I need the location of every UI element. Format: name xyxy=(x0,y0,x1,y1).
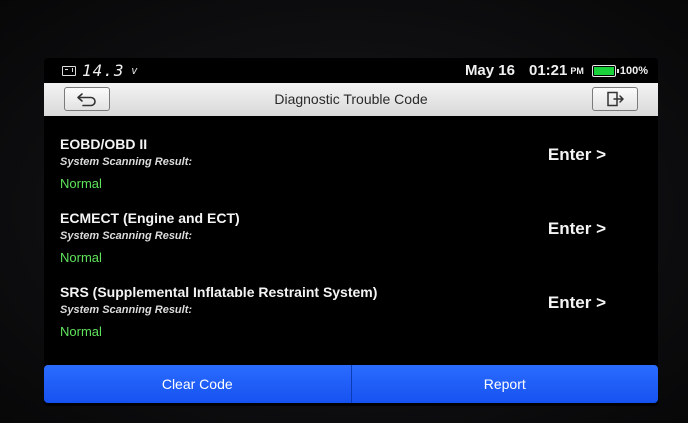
system-name: SRS (Supplemental Inflatable Restraint S… xyxy=(60,284,378,300)
action-bar: Clear Code Report xyxy=(44,365,658,403)
status-ampm: PM xyxy=(570,65,584,76)
clear-code-button[interactable]: Clear Code xyxy=(44,365,352,403)
report-button[interactable]: Report xyxy=(351,365,658,403)
title-bar: Diagnostic Trouble Code xyxy=(44,83,658,116)
clock-and-battery: May 16 01:21 PM 100% xyxy=(465,62,648,79)
system-name: ECMECT (Engine and ECT) xyxy=(60,210,240,226)
back-arrow-icon xyxy=(77,93,96,107)
system-result-label: System Scanning Result: xyxy=(60,230,193,242)
battery-icon xyxy=(591,64,619,77)
system-row-srs[interactable]: SRS (Supplemental Inflatable Restraint S… xyxy=(44,266,658,339)
battery-level-fill xyxy=(593,66,614,75)
status-time: 01:21 xyxy=(528,62,568,79)
enter-button[interactable]: Enter > xyxy=(548,219,606,239)
status-bar: 14.3 v May 16 01:21 PM 100% xyxy=(44,58,658,82)
enter-button[interactable]: Enter > xyxy=(548,293,606,313)
device-screen: 14.3 v May 16 01:21 PM 100% Diagnostic T… xyxy=(44,58,658,406)
voltage-unit: v xyxy=(131,64,138,77)
enter-button[interactable]: Enter > xyxy=(548,145,606,165)
battery-percent: 100% xyxy=(619,64,648,77)
back-button[interactable] xyxy=(64,87,110,111)
exit-icon xyxy=(607,91,624,107)
system-status: Normal xyxy=(60,250,102,265)
system-result-label: System Scanning Result: xyxy=(60,304,193,316)
exit-button[interactable] xyxy=(592,87,638,111)
device-bezel: 14.3 v May 16 01:21 PM 100% Diagnostic T… xyxy=(0,0,688,423)
system-status: Normal xyxy=(60,176,102,191)
car-battery-icon xyxy=(62,65,76,76)
system-result-label: System Scanning Result: xyxy=(60,156,193,168)
system-row-ecmect[interactable]: ECMECT (Engine and ECT) System Scanning … xyxy=(44,192,658,265)
voltage-value: 14.3 xyxy=(82,61,125,80)
page-title: Diagnostic Trouble Code xyxy=(274,91,428,107)
voltage-indicator: 14.3 v xyxy=(62,61,137,80)
system-name: EOBD/OBD II xyxy=(60,136,148,152)
system-row-eobd[interactable]: EOBD/OBD II System Scanning Result: Norm… xyxy=(44,118,658,191)
system-status: Normal xyxy=(60,324,102,339)
status-date: May 16 xyxy=(464,62,515,79)
